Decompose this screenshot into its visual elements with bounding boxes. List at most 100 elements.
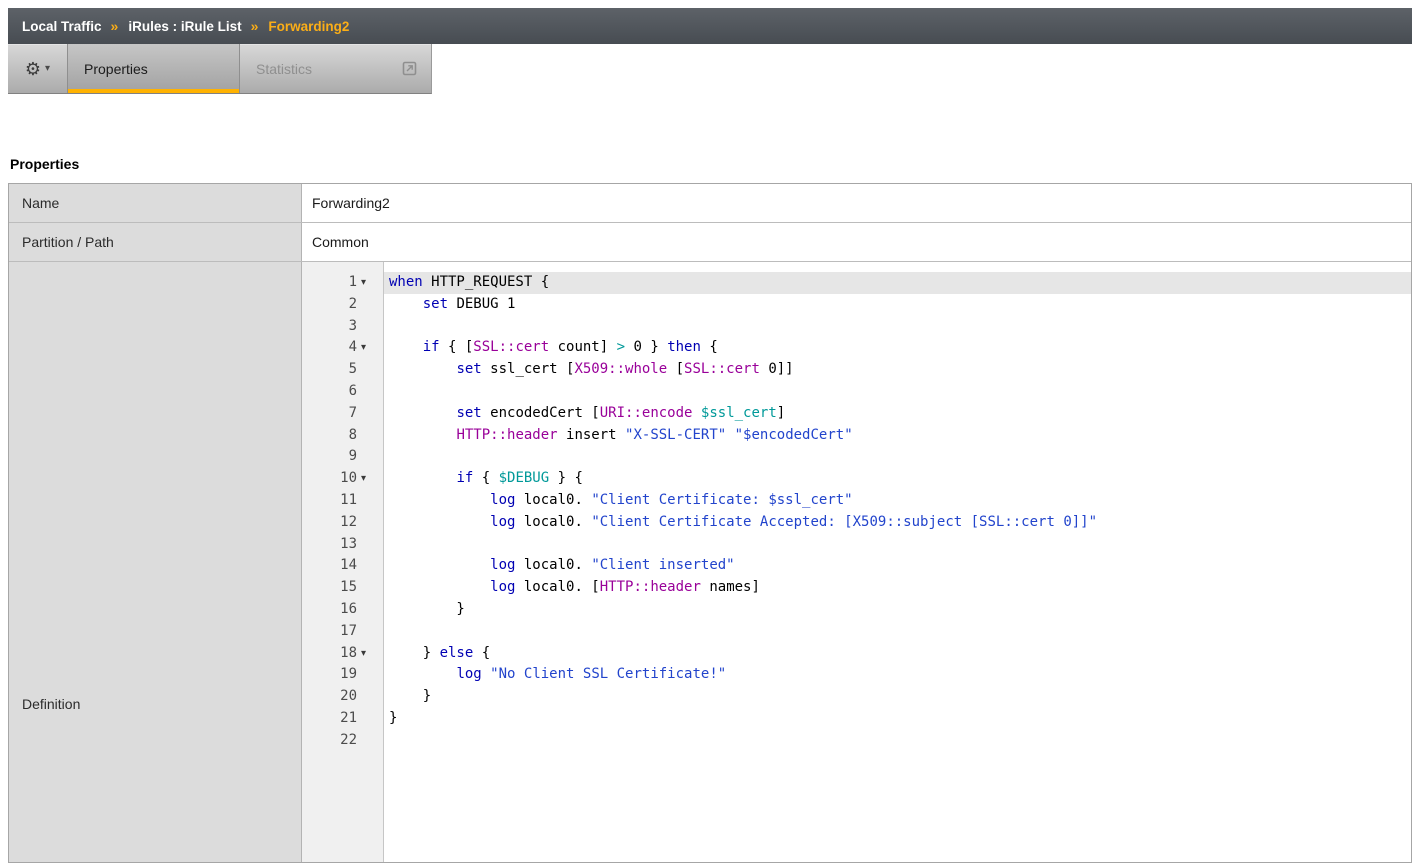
code-token: local0. [515,492,591,508]
code-token: ssl_cert [ [482,361,575,377]
code-token: } [389,601,465,617]
code-line-15[interactable]: log local0. [HTTP::header names] [384,577,1411,599]
code-token: [ [667,361,684,377]
code-token [389,470,456,486]
code-token: $DEBUG [499,470,550,486]
gutter-line: 8 [302,425,383,447]
code-line-22[interactable] [384,730,1411,752]
code-line-11[interactable]: log local0. "Client Certificate: $ssl_ce… [384,490,1411,512]
code-line-14[interactable]: log local0. "Client inserted" [384,555,1411,577]
line-number: 1 [349,272,357,294]
code-token: "No Client SSL Certificate!" [490,666,726,682]
code-line-21[interactable]: } [384,708,1411,730]
code-fold-icon[interactable]: ▾ [357,272,383,294]
code-fold-icon[interactable]: ▾ [357,643,383,665]
code-token: "Client inserted" [591,557,734,573]
code-token: HTTP::header [456,427,557,443]
code-line-2[interactable]: set DEBUG 1 [384,294,1411,316]
code-token: log [490,557,515,573]
gutter-line: 15 [302,577,383,599]
editor-gutter: 1▾234▾5678910▾1112131415161718▾19202122 [302,262,384,862]
code-line-7[interactable]: set encodedCert [URI::encode $ssl_cert] [384,403,1411,425]
code-line-19[interactable]: log "No Client SSL Certificate!" [384,664,1411,686]
irule-code-editor[interactable]: 1▾234▾5678910▾1112131415161718▾19202122 … [302,262,1411,862]
code-token [389,339,423,355]
code-token: SSL::cert [473,339,549,355]
line-number: 14 [340,555,357,577]
code-line-18[interactable]: } else { [384,643,1411,665]
code-line-1[interactable]: when HTTP_REQUEST { [384,272,1411,294]
code-token: log [456,666,481,682]
code-line-16[interactable]: } [384,599,1411,621]
code-line-13[interactable] [384,534,1411,556]
gutter-line: 2 [302,294,383,316]
line-number: 15 [340,577,357,599]
tab-strip: ⚙ ▾ Properties Statistics [8,44,432,94]
line-number: 10 [340,468,357,490]
breadcrumb-irule-list[interactable]: iRules : iRule List [128,19,241,34]
tab-properties[interactable]: Properties [68,44,240,93]
code-token [389,557,490,573]
code-token: $ssl_cert [701,405,777,421]
gutter-line: 14 [302,555,383,577]
gutter-line: 22 [302,730,383,752]
code-line-20[interactable]: } [384,686,1411,708]
line-number: 9 [349,446,357,468]
code-token [389,296,423,312]
code-token: > [617,339,625,355]
code-line-12[interactable]: log local0. "Client Certificate Accepted… [384,512,1411,534]
line-number: 13 [340,534,357,556]
line-number: 19 [340,664,357,686]
partition-path-label: Partition / Path [9,223,302,261]
editor-code[interactable]: when HTTP_REQUEST { set DEBUG 1 if { [SS… [384,262,1411,862]
code-token [726,427,734,443]
gutter-line: 1▾ [302,272,383,294]
code-token: HTTP_REQUEST { [423,274,549,290]
gutter-line: 3 [302,316,383,338]
tab-statistics[interactable]: Statistics [240,44,431,93]
code-token: "X-SSL-CERT" [625,427,726,443]
name-label: Name [9,184,302,222]
gutter-line: 11 [302,490,383,512]
code-token: if [456,470,473,486]
gutter-line: 21 [302,708,383,730]
gutter-line: 17 [302,621,383,643]
code-token: DEBUG 1 [448,296,515,312]
code-token: set [423,296,448,312]
table-row-partition: Partition / Path Common [9,223,1411,262]
code-line-9[interactable] [384,446,1411,468]
popout-icon [402,61,417,76]
gutter-line: 20 [302,686,383,708]
line-number: 11 [340,490,357,512]
line-number: 21 [340,708,357,730]
code-token: { [ [440,339,474,355]
definition-label: Definition [9,262,302,862]
code-token: { [701,339,718,355]
code-line-6[interactable] [384,381,1411,403]
code-line-8[interactable]: HTTP::header insert "X-SSL-CERT" "$encod… [384,425,1411,447]
code-token: if [423,339,440,355]
code-fold-icon[interactable]: ▾ [357,337,383,359]
partition-path-value: Common [302,223,1411,261]
line-number: 4 [349,337,357,359]
line-number: 18 [340,643,357,665]
code-line-17[interactable] [384,621,1411,643]
code-token: count] [549,339,616,355]
line-number: 2 [349,294,357,316]
code-line-10[interactable]: if { $DEBUG } { [384,468,1411,490]
breadcrumb-local-traffic[interactable]: Local Traffic [22,19,102,34]
settings-menu-button[interactable]: ⚙ ▾ [8,44,68,93]
code-token: log [490,514,515,530]
line-number: 5 [349,359,357,381]
code-token [389,666,456,682]
code-line-4[interactable]: if { [SSL::cert count] > 0 } then { [384,337,1411,359]
gutter-line: 13 [302,534,383,556]
line-number: 12 [340,512,357,534]
code-token: local0. [ [515,579,599,595]
code-token [389,579,490,595]
code-fold-icon[interactable]: ▾ [357,468,383,490]
line-number: 16 [340,599,357,621]
code-line-5[interactable]: set ssl_cert [X509::whole [SSL::cert 0]] [384,359,1411,381]
code-token [692,405,700,421]
code-line-3[interactable] [384,316,1411,338]
